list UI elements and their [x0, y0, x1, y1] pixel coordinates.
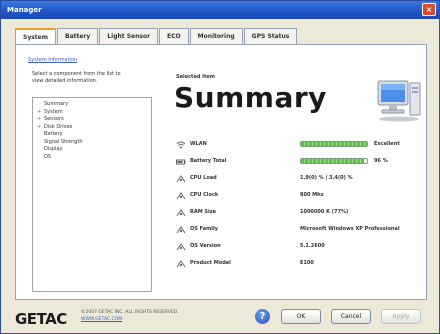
- row-os-version: OS Version 5.1.2600: [176, 242, 422, 252]
- tree-item-sensors[interactable]: + Sensors: [37, 116, 147, 124]
- tree-expander[interactable]: +: [37, 116, 44, 124]
- row-label: Product Model: [190, 260, 231, 266]
- website-link[interactable]: WWW.GETAC.COM: [81, 317, 122, 322]
- battery-level-bar: [300, 158, 368, 164]
- row-product-model: Product Model E100: [176, 259, 422, 269]
- window-title: Manager: [7, 6, 42, 14]
- tree-item-os[interactable]: OS: [37, 154, 147, 162]
- tree-item-label: Disk Drives: [44, 123, 73, 130]
- computer-icon: [377, 80, 421, 122]
- row-value: 5.1.2600: [300, 243, 325, 249]
- tree-item-label: Sensors: [44, 116, 64, 122]
- battery-icon: [176, 159, 186, 165]
- row-value: 1.9(0) % | 3.4(0) %: [300, 175, 353, 181]
- wlan-signal-fill: [301, 142, 367, 146]
- footer: GETAC ©2007 GETAC INC. ALL RIGHTS RESERV…: [1, 301, 439, 333]
- selected-item-label: Selected Item: [176, 74, 216, 80]
- product-icon: [176, 260, 186, 268]
- tree-item-signal-strength[interactable]: Signal Strength: [37, 139, 147, 147]
- battery-level-fill: [301, 159, 365, 163]
- cancel-button[interactable]: Cancel: [331, 309, 371, 324]
- tab-eco[interactable]: ECO: [159, 28, 189, 44]
- title-bar[interactable]: Manager ×: [1, 1, 439, 19]
- row-value: 1000000 K (77%): [300, 209, 349, 215]
- row-label: OS Family: [190, 226, 218, 232]
- copyright-text: ©2007 GETAC INC. ALL RIGHTS RESERVED.: [81, 310, 179, 315]
- system-panel: System Information Select a component fr…: [15, 44, 427, 300]
- row-battery-total: Battery Total 96 %: [176, 157, 422, 167]
- tree-item-summary[interactable]: Summary: [37, 101, 147, 109]
- tab-monitoring[interactable]: Monitoring: [189, 28, 243, 44]
- tab-battery[interactable]: Battery: [57, 28, 99, 44]
- row-ram-size: RAM Size 1000000 K (77%): [176, 208, 422, 218]
- version-icon: [176, 243, 186, 251]
- tree-item-system[interactable]: + System: [37, 109, 147, 117]
- tree-item-label: Battery: [44, 131, 63, 137]
- tab-system[interactable]: System: [15, 28, 56, 45]
- row-cpu-clock: CPU Clock 800 Mhz: [176, 191, 422, 201]
- clock-icon: [176, 192, 186, 200]
- row-value: Microsoft Windows XP Professional: [300, 226, 400, 232]
- row-wlan: WLAN Excellent: [176, 140, 422, 150]
- manager-window: Manager × System Battery Light Sensor EC…: [0, 0, 440, 334]
- ok-button[interactable]: OK: [281, 309, 321, 324]
- selected-item-title: Summary: [174, 81, 327, 114]
- row-value: 800 Mhz: [300, 192, 324, 198]
- section-link[interactable]: System Information: [28, 57, 77, 63]
- row-label: CPU Load: [190, 175, 217, 181]
- tree-item-label: Display: [44, 146, 63, 152]
- close-button[interactable]: ×: [422, 3, 436, 16]
- row-os-family: OS Family Microsoft Windows XP Professio…: [176, 225, 422, 235]
- tree-item-label: System: [44, 108, 63, 115]
- tree-item-display[interactable]: Display: [37, 146, 147, 154]
- getac-logo: GETAC: [15, 310, 67, 328]
- instructions-text: Select a component from the list to view…: [32, 71, 121, 84]
- row-value: E100: [300, 260, 314, 266]
- row-label: CPU Clock: [190, 192, 219, 198]
- wifi-icon: [176, 141, 186, 149]
- memory-icon: [176, 209, 186, 217]
- row-label: RAM Size: [190, 209, 217, 215]
- apply-button[interactable]: Apply: [381, 309, 421, 324]
- component-tree[interactable]: Summary + System + Sensors + Disk Drives Ba…: [32, 97, 152, 292]
- row-label: Battery Total: [190, 158, 227, 164]
- row-value: Excellent: [374, 141, 400, 147]
- cpu-icon: [176, 175, 186, 183]
- row-value: 96 %: [374, 158, 388, 164]
- row-cpu-load: CPU Load 1.9(0) % | 3.4(0) %: [176, 174, 422, 184]
- tree-item-disk-drives[interactable]: + Disk Drives: [37, 124, 147, 132]
- tree-expander[interactable]: +: [37, 124, 44, 132]
- tree-item-label: Signal Strength: [44, 138, 83, 145]
- row-label: OS Version: [190, 243, 221, 249]
- tree-expander[interactable]: +: [37, 109, 44, 117]
- tree-item-battery[interactable]: Battery: [37, 131, 147, 139]
- help-icon[interactable]: ?: [255, 309, 270, 324]
- tree-item-label: OS: [44, 153, 52, 160]
- tab-bar: System Battery Light Sensor ECO Monitori…: [15, 28, 298, 45]
- os-icon: [176, 226, 186, 234]
- tab-light-sensor[interactable]: Light Sensor: [99, 28, 159, 44]
- tab-gps-status[interactable]: GPS Status: [243, 28, 298, 44]
- tree-item-label: Summary: [44, 101, 69, 107]
- row-label: WLAN: [190, 141, 207, 147]
- wlan-signal-bar: [300, 141, 368, 147]
